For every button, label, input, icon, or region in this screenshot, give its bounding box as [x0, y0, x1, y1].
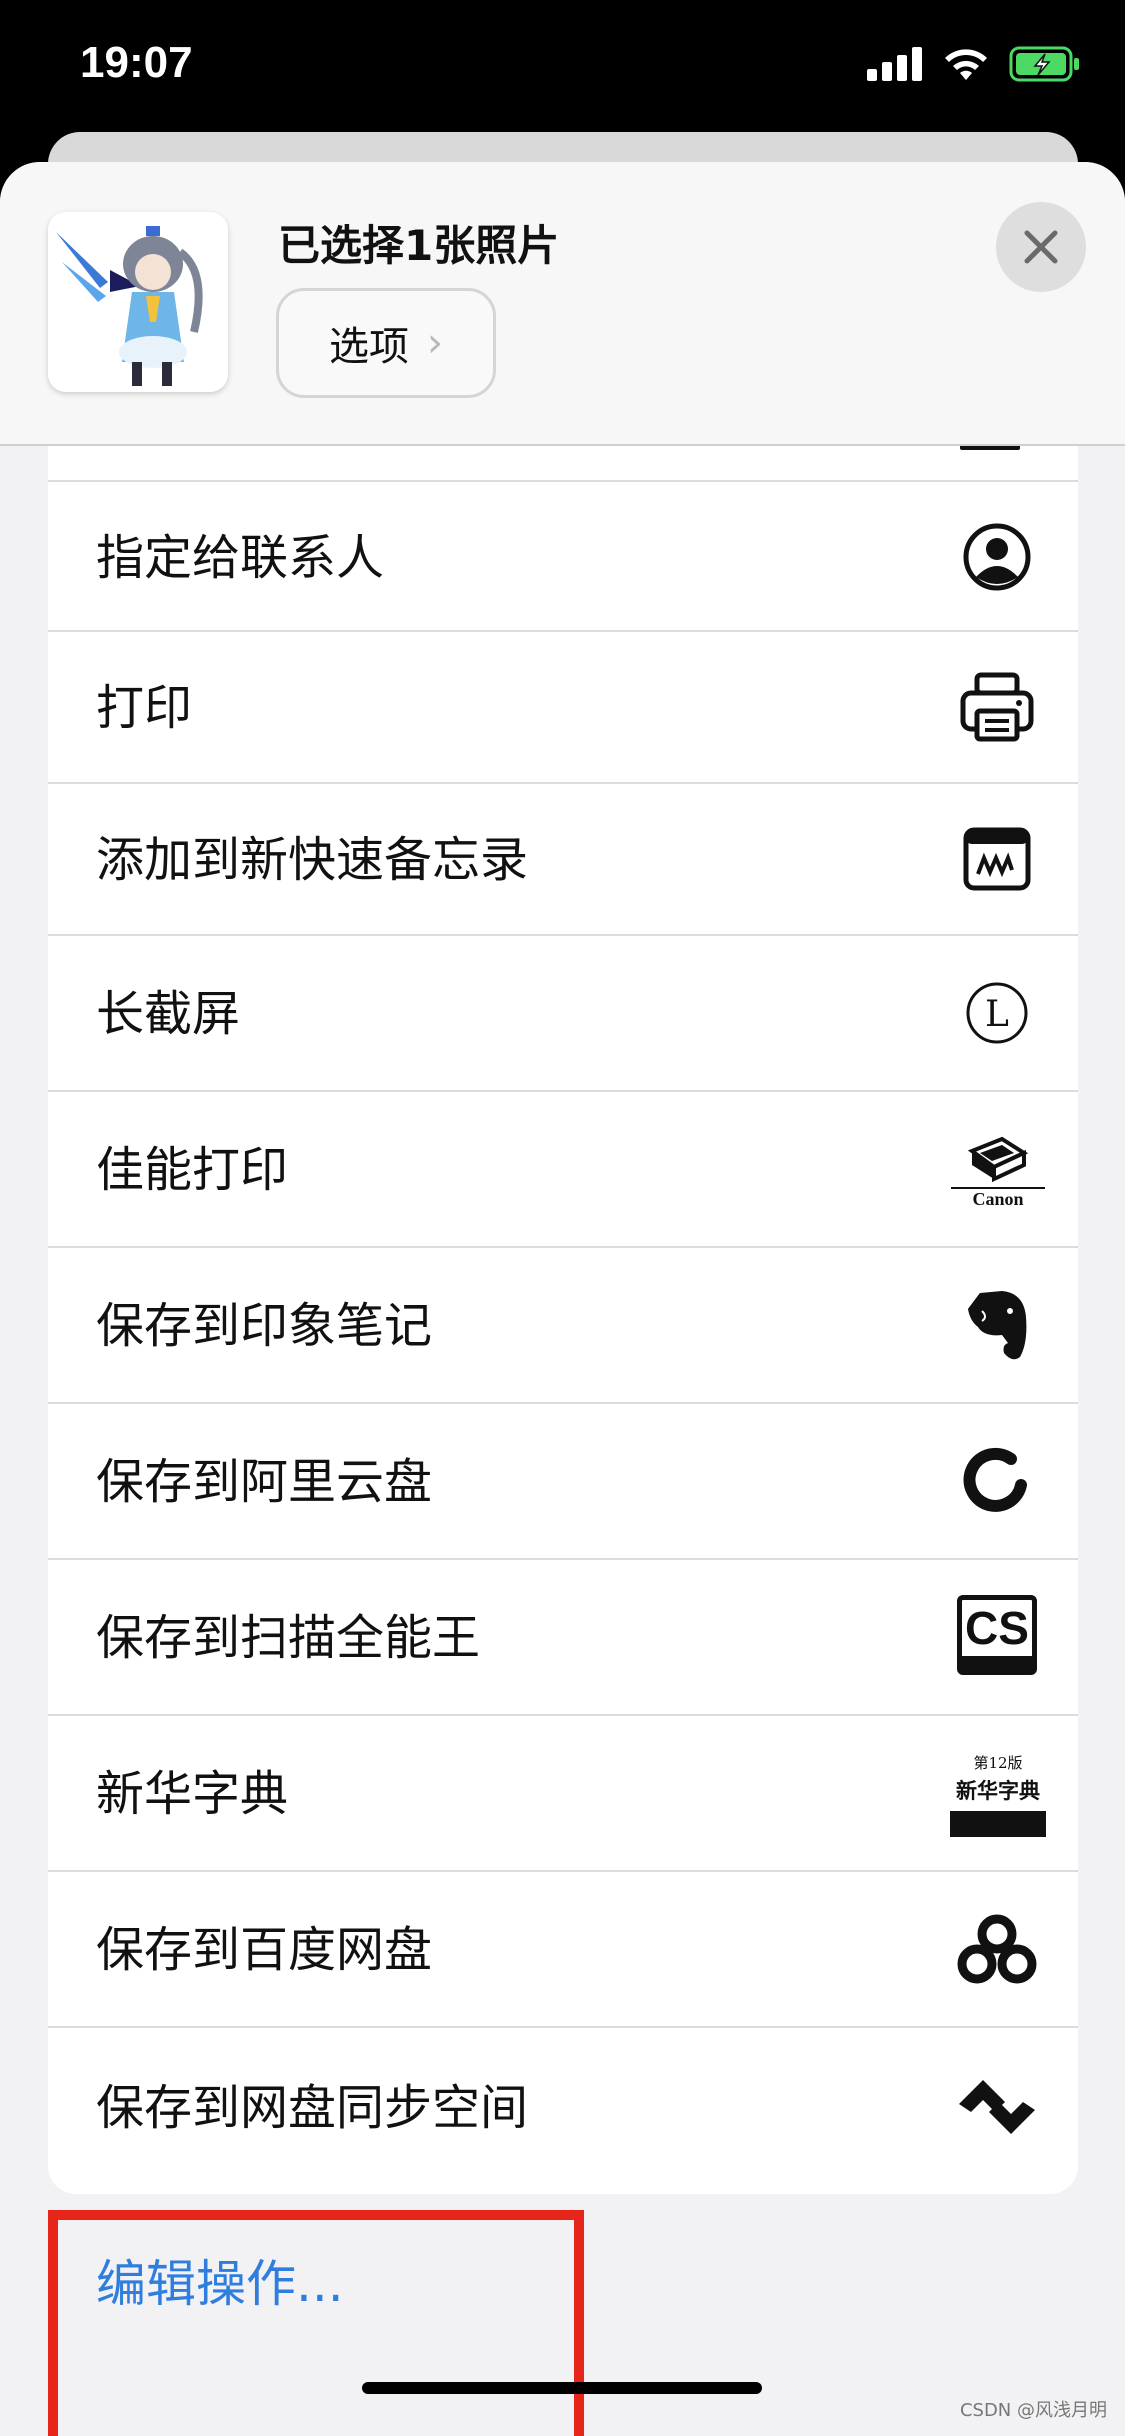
- watermark: CSDN @风浅月明: [959, 2400, 1107, 2421]
- baidu-netdisk-icon: [952, 1904, 1042, 1994]
- action-label: 保存到网盘同步空间: [96, 2080, 529, 2136]
- actions-list: 指定给联系人 打印 添加到新快速备忘录 长截屏 L 佳能打印 Canon 保存到…: [48, 362, 1078, 2194]
- close-button[interactable]: [996, 202, 1086, 292]
- options-label: 选项: [329, 324, 409, 370]
- cellular-signal-icon: [867, 47, 922, 81]
- printer-icon: [952, 662, 1042, 752]
- action-row-aliyun-drive[interactable]: 保存到阿里云盘: [48, 1404, 1078, 1560]
- action-row-xinhua-dictionary[interactable]: 新华字典 第12版 新华字典: [48, 1716, 1078, 1872]
- action-label: 保存到百度网盘: [96, 1922, 433, 1978]
- action-label: 长截屏: [96, 986, 241, 1042]
- share-sheet: 已选择1张照片 选项 › 指定给联系人 打印 添加到新快速备忘录 长截屏 L 佳…: [0, 162, 1125, 2436]
- home-indicator: [362, 2382, 762, 2394]
- action-label: 保存到印象笔记: [96, 1298, 433, 1354]
- evernote-icon: [952, 1280, 1042, 1370]
- battery-charging-icon: [1009, 46, 1079, 82]
- action-row-evernote[interactable]: 保存到印象笔记: [48, 1248, 1078, 1404]
- sync-space-icon: [952, 2062, 1042, 2152]
- action-row-long-screenshot[interactable]: 长截屏 L: [48, 936, 1078, 1092]
- quick-note-icon: [952, 814, 1042, 904]
- action-label: 指定给联系人: [96, 530, 385, 586]
- action-row-print[interactable]: 打印: [48, 632, 1078, 784]
- action-row-sync-space[interactable]: 保存到网盘同步空间: [48, 2028, 1078, 2194]
- annotation-highlight-box: [48, 2210, 584, 2436]
- photo-thumbnail-image: [48, 212, 228, 392]
- svg-text:L: L: [985, 994, 1009, 1035]
- close-icon: [1024, 230, 1058, 264]
- selection-title: 已选择1张照片: [278, 221, 560, 270]
- action-label: 保存到阿里云盘: [96, 1454, 433, 1510]
- canon-print-icon: Canon: [948, 1120, 1048, 1220]
- wifi-icon: [945, 49, 987, 80]
- action-label: 新华字典: [96, 1766, 289, 1822]
- action-label: 保存到扫描全能王: [96, 1610, 481, 1666]
- long-screenshot-icon: L: [952, 968, 1042, 1058]
- action-row-canon-print[interactable]: 佳能打印 Canon: [48, 1092, 1078, 1248]
- chevron-right-icon: ›: [427, 320, 443, 366]
- action-row-quick-note[interactable]: 添加到新快速备忘录: [48, 784, 1078, 936]
- action-row-camscanner[interactable]: 保存到扫描全能王 CS: [48, 1560, 1078, 1716]
- status-icons: [867, 46, 1081, 82]
- action-row-assign-contact[interactable]: 指定给联系人: [48, 482, 1078, 632]
- action-label: 添加到新快速备忘录: [96, 832, 529, 888]
- photo-thumbnail: [48, 212, 228, 392]
- xinhua-dictionary-icon: 第12版 新华字典: [948, 1746, 1048, 1842]
- status-time: 19:07: [80, 38, 193, 87]
- camscanner-icon: CS: [952, 1590, 1042, 1680]
- aliyun-drive-icon: [952, 1436, 1042, 1526]
- action-label: 佳能打印: [96, 1142, 289, 1198]
- options-button[interactable]: 选项 ›: [276, 288, 496, 398]
- action-label: 打印: [96, 680, 193, 736]
- share-sheet-header: 已选择1张照片 选项 ›: [0, 162, 1125, 446]
- contact-icon: [952, 512, 1042, 602]
- action-row-baidu-netdisk[interactable]: 保存到百度网盘: [48, 1872, 1078, 2028]
